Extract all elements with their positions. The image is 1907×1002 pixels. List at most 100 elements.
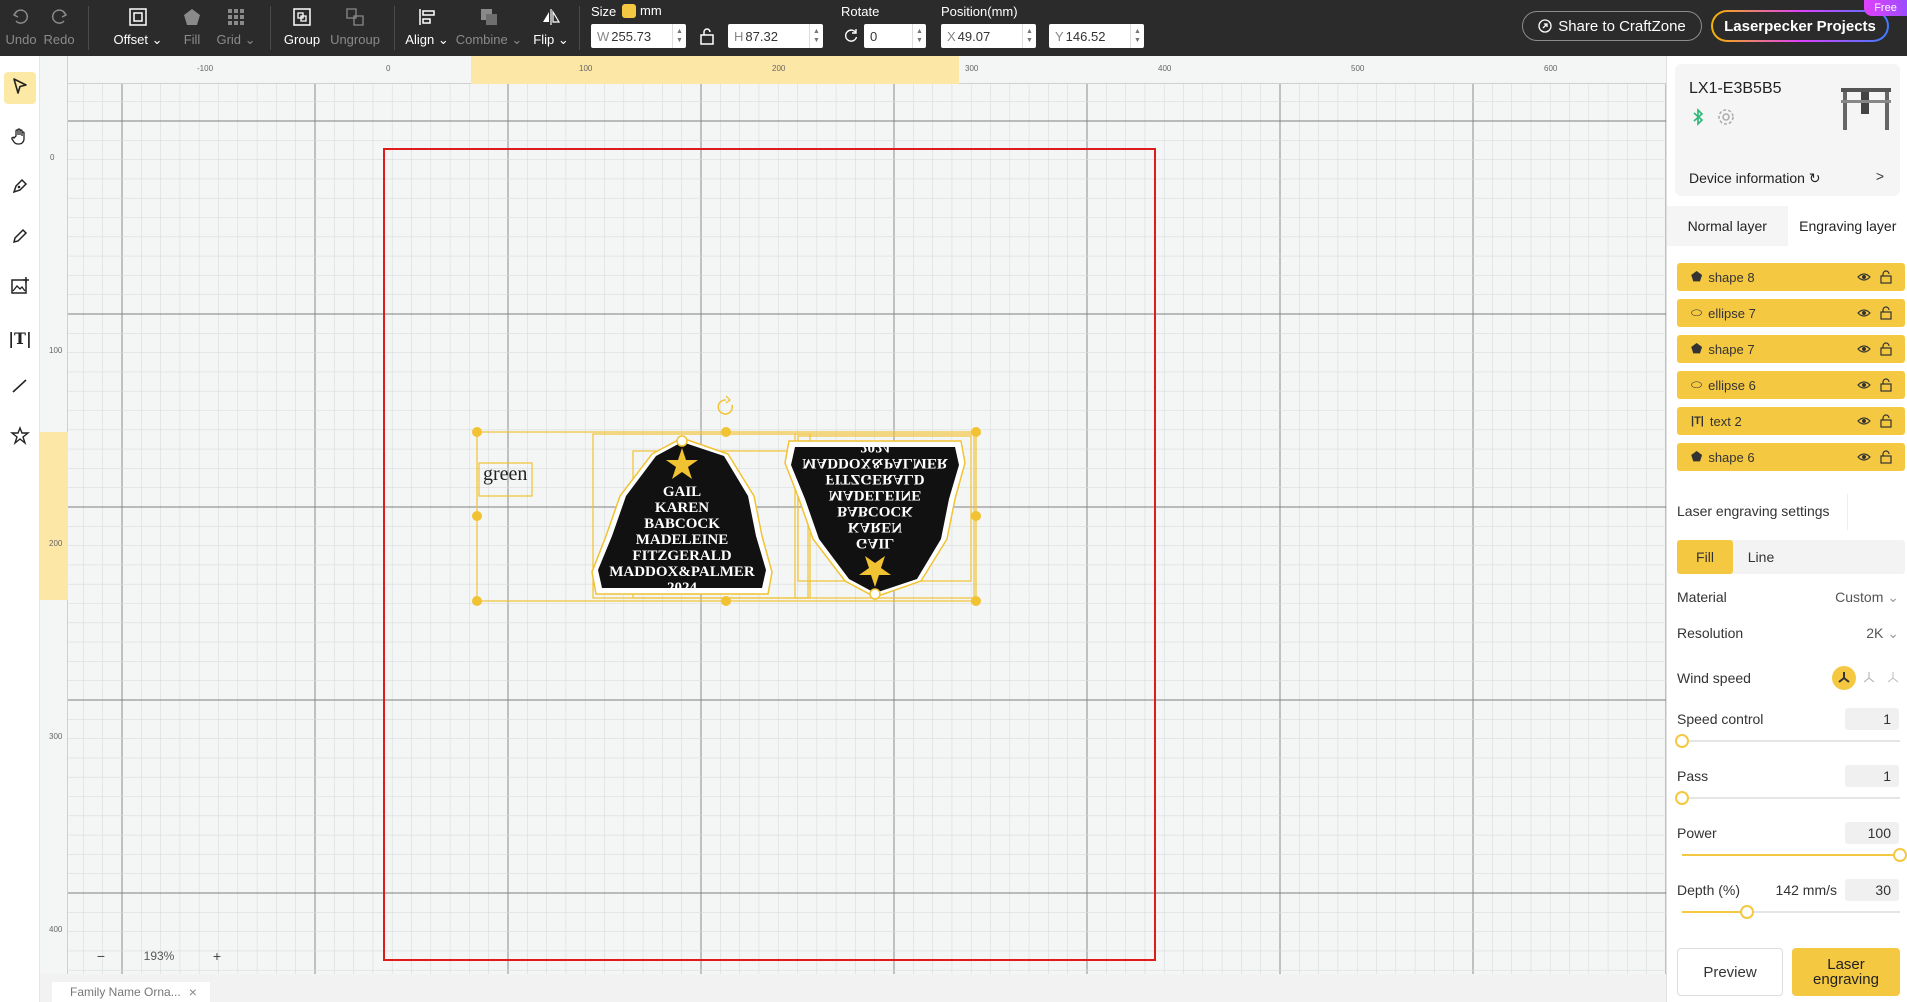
group-button[interactable]: Group xyxy=(283,4,321,52)
settings-gear-icon[interactable] xyxy=(1717,108,1735,131)
height-field[interactable]: H 87.32 ▲ ▼ xyxy=(728,24,823,48)
design-canvas[interactable]: -100 0 100 200 300 400 500 600 0 100 200… xyxy=(40,56,1666,974)
flip-icon xyxy=(538,4,564,30)
device-card[interactable]: LX1-E3B5B5 Device information ↻ > xyxy=(1675,64,1900,196)
ungroup-button[interactable]: Ungroup xyxy=(329,4,381,52)
power-input[interactable]: 100 xyxy=(1845,822,1899,844)
resize-handle[interactable] xyxy=(971,511,981,521)
pen-tool[interactable] xyxy=(4,172,36,204)
resolution-select[interactable]: 2K ⌄ xyxy=(1866,625,1899,642)
height-stepper[interactable]: ▲ ▼ xyxy=(809,24,823,48)
visibility-icon[interactable] xyxy=(1857,414,1871,428)
lock-ratio-icon[interactable] xyxy=(699,27,715,50)
material-select[interactable]: Custom ⌄ xyxy=(1835,589,1899,606)
y-field[interactable]: Y 146.52 ▲ ▼ xyxy=(1049,24,1144,48)
speed-slider[interactable] xyxy=(1675,734,1900,748)
mode-line[interactable]: Line xyxy=(1733,540,1789,574)
lock-icon[interactable] xyxy=(1879,378,1893,392)
visibility-icon[interactable] xyxy=(1857,450,1871,464)
combine-button[interactable]: Combine ⌄ xyxy=(456,4,522,52)
depth-slider[interactable] xyxy=(1682,905,1900,919)
resize-handle[interactable] xyxy=(472,596,482,606)
redo-button[interactable]: Redo xyxy=(43,4,75,52)
selection-group[interactable]: GAIL KAREN BABCOCK MADELEINE FITZGERALD … xyxy=(40,56,1666,974)
speed-input[interactable]: 1 xyxy=(1845,708,1899,730)
resize-handle[interactable] xyxy=(472,511,482,521)
grid-button[interactable]: Grid ⌄ xyxy=(216,4,256,52)
zoom-in-button[interactable]: + xyxy=(208,947,226,965)
lock-icon[interactable] xyxy=(1879,450,1893,464)
unit-dropdown[interactable]: mm xyxy=(622,3,662,18)
bluetooth-icon[interactable] xyxy=(1691,108,1705,131)
lock-icon[interactable] xyxy=(1879,414,1893,428)
file-tab[interactable]: Family Name Orna... × xyxy=(52,982,210,1002)
speed-slider-knob[interactable] xyxy=(1675,734,1689,748)
mode-fill[interactable]: Fill xyxy=(1677,540,1733,574)
share-craftzone-button[interactable]: Share to CraftZone xyxy=(1522,11,1702,41)
depth-input[interactable]: 30 xyxy=(1845,879,1899,901)
visibility-icon[interactable] xyxy=(1857,342,1871,356)
resize-handle[interactable] xyxy=(472,427,482,437)
layer-item[interactable]: |T| text 2 xyxy=(1677,407,1905,435)
text-tool[interactable]: |T| xyxy=(4,322,36,354)
line-tool[interactable] xyxy=(4,372,36,404)
pencil-tool[interactable] xyxy=(4,222,36,254)
laser-engraving-button[interactable]: Laser engraving xyxy=(1792,948,1900,996)
power-slider[interactable] xyxy=(1682,848,1907,862)
pass-slider-knob[interactable] xyxy=(1675,791,1689,805)
align-button[interactable]: Align ⌄ xyxy=(405,4,449,52)
pass-slider[interactable] xyxy=(1675,791,1900,805)
hand-tool[interactable] xyxy=(4,122,36,154)
layer-item[interactable]: ⬟ shape 6 xyxy=(1677,443,1905,471)
offset-button[interactable]: Offset ⌄ xyxy=(112,4,164,52)
y-stepper[interactable]: ▲ ▼ xyxy=(1130,24,1144,48)
layer-item[interactable]: ⬟ shape 7 xyxy=(1677,335,1905,363)
image-tool[interactable] xyxy=(4,272,36,304)
hand-icon xyxy=(11,127,29,150)
height-value: 87.32 xyxy=(745,28,778,44)
resize-handle[interactable] xyxy=(971,596,981,606)
refresh-icon[interactable]: ↻ xyxy=(1809,170,1821,186)
x-field[interactable]: X 49.07 ▲ ▼ xyxy=(941,24,1036,48)
wind-low-icon[interactable] xyxy=(1881,666,1905,690)
depth-slider-knob[interactable] xyxy=(1740,905,1755,919)
shapes-tool[interactable] xyxy=(4,422,36,454)
laserpecker-projects-button[interactable]: Laserpecker Projects xyxy=(1711,10,1889,42)
layer-item[interactable]: ⬭ ellipse 7 xyxy=(1677,299,1905,327)
y-value: 146.52 xyxy=(1065,28,1106,44)
close-tab-icon[interactable]: × xyxy=(189,984,197,1000)
lock-icon[interactable] xyxy=(1879,306,1893,320)
text-object[interactable]: green xyxy=(483,463,527,486)
resize-handle[interactable] xyxy=(721,427,731,437)
rotate-stepper[interactable]: ▲ ▼ xyxy=(912,24,926,48)
layer-item[interactable]: ⬭ ellipse 6 xyxy=(1677,371,1905,399)
rotate-field[interactable]: 0 ▲ ▼ xyxy=(864,24,926,48)
wind-high-icon[interactable] xyxy=(1832,666,1856,690)
visibility-icon[interactable] xyxy=(1857,270,1871,284)
preview-button[interactable]: Preview xyxy=(1677,948,1783,996)
layer-item[interactable]: ⬟ shape 8 xyxy=(1677,263,1905,291)
lock-icon[interactable] xyxy=(1879,342,1893,356)
chevron-right-icon[interactable]: > xyxy=(1876,168,1884,184)
tab-normal-layer[interactable]: Normal layer xyxy=(1667,206,1788,246)
select-tool[interactable] xyxy=(4,72,36,104)
pass-input[interactable]: 1 xyxy=(1845,765,1899,787)
width-stepper[interactable]: ▲ ▼ xyxy=(672,24,686,48)
width-field[interactable]: W 255.73 ▲ ▼ xyxy=(591,24,686,48)
tab-engraving-layer[interactable]: Engraving layer xyxy=(1788,206,1907,246)
x-stepper[interactable]: ▲ ▼ xyxy=(1022,24,1036,48)
visibility-icon[interactable] xyxy=(1857,306,1871,320)
flip-button[interactable]: Flip ⌄ xyxy=(533,4,569,52)
zoom-out-button[interactable]: − xyxy=(92,947,110,965)
power-slider-knob[interactable] xyxy=(1893,848,1907,862)
resize-handle[interactable] xyxy=(971,427,981,437)
resize-handle[interactable] xyxy=(721,596,731,606)
undo-button[interactable]: Undo xyxy=(5,4,37,52)
fill-button[interactable]: Fill xyxy=(177,4,207,52)
wind-medium-icon[interactable] xyxy=(1857,666,1881,690)
rotate-handle-icon[interactable] xyxy=(717,395,734,415)
visibility-icon[interactable] xyxy=(1857,378,1871,392)
pass-row: Pass 1 xyxy=(1677,765,1905,789)
layer-tabs: Normal layer Engraving layer xyxy=(1667,206,1907,246)
lock-icon[interactable] xyxy=(1879,270,1893,284)
